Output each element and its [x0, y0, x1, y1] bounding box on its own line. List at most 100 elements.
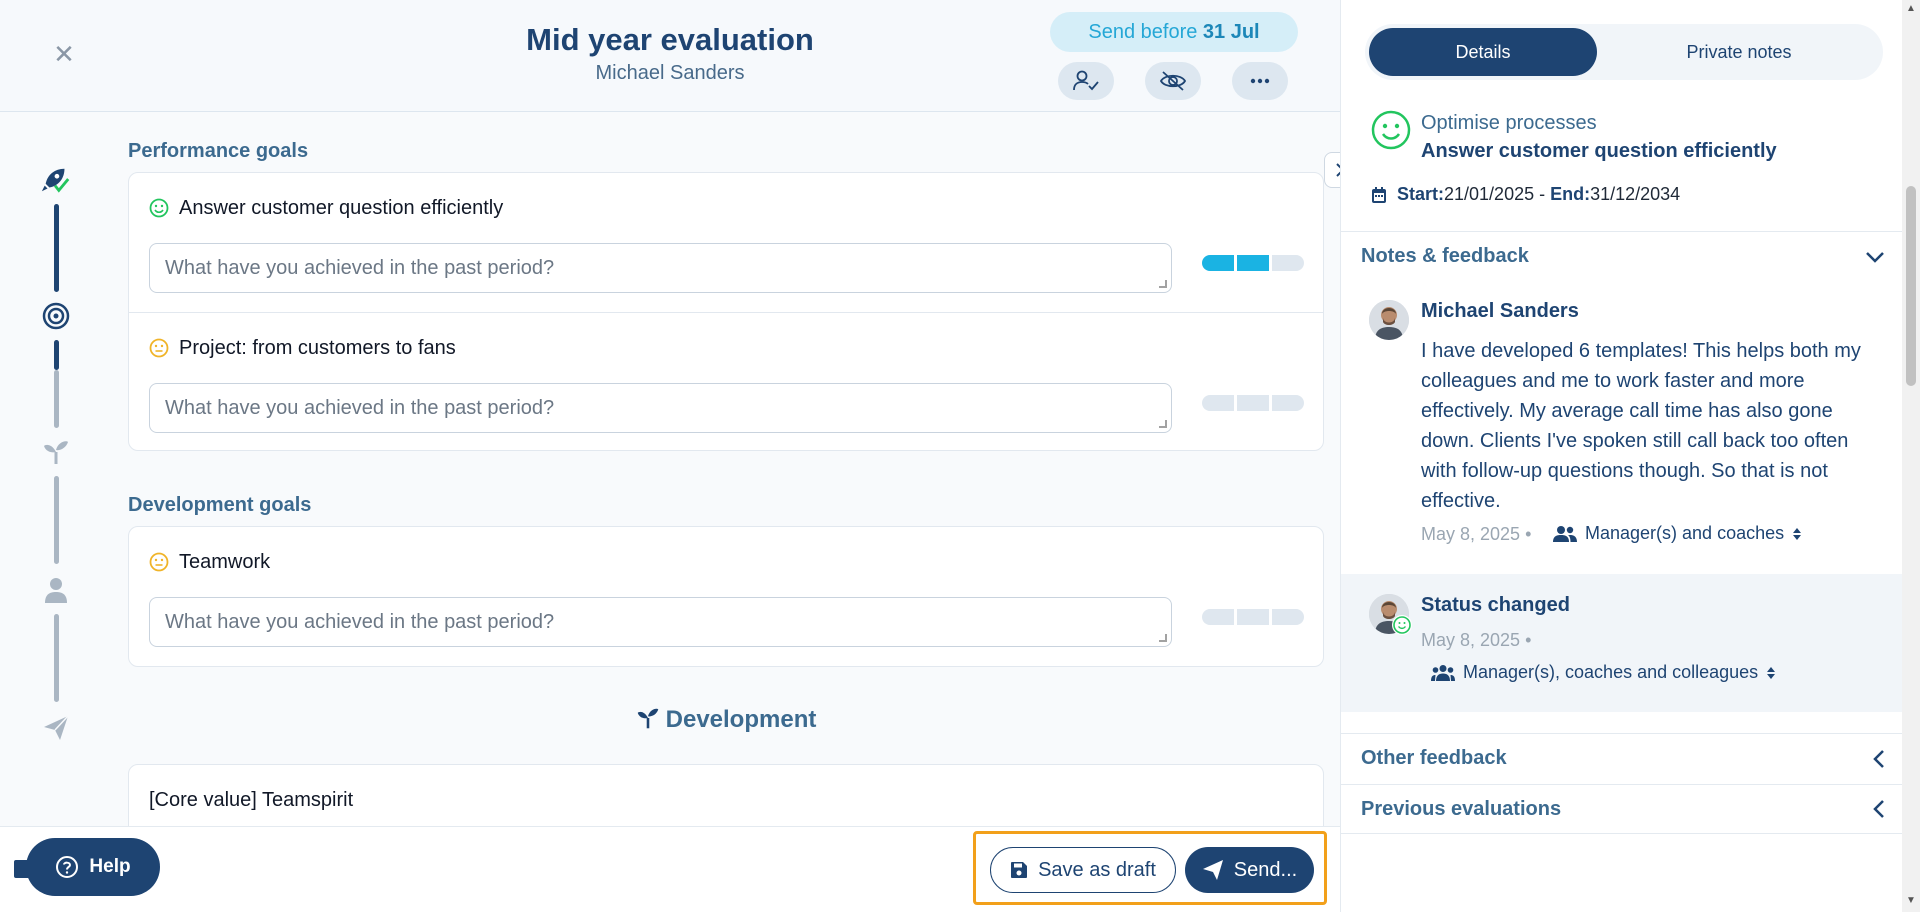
- save-icon: [1011, 862, 1028, 878]
- achievement-input[interactable]: What have you achieved in the past perio…: [149, 383, 1172, 433]
- visibility-selector[interactable]: Manager(s) and coaches: [1553, 523, 1802, 544]
- more-options-button[interactable]: [1232, 62, 1288, 100]
- chevron-left-icon: [1873, 749, 1884, 768]
- eye-off-icon: [1159, 71, 1187, 91]
- step-target-icon[interactable]: [40, 300, 72, 332]
- development-goals-label: Development goals: [128, 494, 312, 516]
- calendar-icon: [1372, 186, 1386, 203]
- feedback-text: I have developed 6 templates! This helps…: [1421, 340, 1861, 512]
- scroll-down-icon[interactable]: ▼: [1906, 896, 1916, 906]
- goal-dates: Start:21/01/2025 - End:31/12/2034: [1371, 184, 1680, 205]
- help-label: Help: [89, 856, 131, 877]
- start-label: Start:: [1397, 184, 1445, 204]
- development-heading: Development: [0, 706, 1340, 734]
- step-sprout-icon[interactable]: [40, 436, 72, 468]
- feedback-date: May 8, 2025 •: [1421, 630, 1532, 650]
- visibility-label: Manager(s), coaches and colleagues: [1463, 662, 1759, 682]
- resize-handle[interactable]: [1159, 634, 1167, 642]
- save-as-draft-button[interactable]: Save as draft: [990, 847, 1176, 893]
- send-label: Send...: [1233, 858, 1298, 881]
- achievement-placeholder: What have you achieved in the past perio…: [165, 611, 555, 633]
- goal-title: Answer customer question efficiently: [179, 197, 504, 219]
- end-date: 31/12/2034: [1590, 184, 1681, 204]
- goal-row: Project: from customers to fans What hav…: [129, 313, 1323, 452]
- step-connector: [54, 204, 59, 292]
- visibility-selector[interactable]: Manager(s), coaches and colleagues: [1431, 662, 1776, 683]
- performance-goals-label: Performance goals: [128, 140, 309, 162]
- happy-face-icon: [149, 198, 169, 218]
- step-connector: [54, 614, 59, 702]
- status-change-entry: Status changed May 8, 2025 • Manager(s),…: [1341, 574, 1903, 712]
- notes-feedback-label: Notes & feedback: [1361, 245, 1529, 267]
- chevron-down-icon: [1866, 251, 1884, 263]
- employee-name: Michael Sanders: [595, 62, 745, 84]
- users-icon: [1431, 664, 1455, 681]
- resize-handle[interactable]: [1159, 280, 1167, 288]
- step-rocket-icon[interactable]: [40, 164, 72, 196]
- resize-handle[interactable]: [1159, 420, 1167, 428]
- other-feedback-toggle[interactable]: Other feedback: [1341, 733, 1903, 783]
- scrollbar-thumb[interactable]: [1906, 186, 1916, 386]
- scrollbar[interactable]: ▲ ▼: [1902, 0, 1920, 912]
- visibility-toggle-button[interactable]: [1145, 62, 1201, 100]
- send-button[interactable]: Send...: [1185, 847, 1314, 893]
- achievement-input[interactable]: What have you achieved in the past perio…: [149, 597, 1172, 647]
- sort-icon: [1793, 527, 1802, 540]
- other-feedback-label: Other feedback: [1361, 747, 1507, 769]
- feedback-date: May 8, 2025 •: [1421, 524, 1532, 544]
- send-before-date: 31 Jul: [1202, 21, 1260, 43]
- step-connector: [54, 340, 59, 370]
- development-heading-text: Development: [665, 706, 817, 733]
- core-value-title: [Core value] Teamspirit: [149, 789, 354, 811]
- previous-evaluations-label: Previous evaluations: [1361, 797, 1562, 820]
- step-person-icon[interactable]: [40, 574, 72, 606]
- feedback-author: Status changed: [1421, 594, 1570, 616]
- goal-title: Teamwork: [179, 551, 271, 573]
- step-connector: [54, 476, 59, 564]
- user-check-icon: [1073, 70, 1099, 91]
- development-goals-card: Teamwork What have you achieved in the p…: [128, 526, 1324, 667]
- achievement-input[interactable]: What have you achieved in the past perio…: [149, 243, 1172, 293]
- neutral-face-icon: [149, 338, 169, 358]
- paper-plane-icon: [1202, 860, 1223, 880]
- happy-face-icon: [1392, 615, 1412, 635]
- feedback-author: Michael Sanders: [1421, 300, 1579, 322]
- achievement-placeholder: What have you achieved in the past perio…: [165, 397, 555, 419]
- goal-progress-bar: [1202, 255, 1304, 271]
- scroll-up-icon[interactable]: ▲: [1906, 4, 1916, 14]
- evaluation-main: ✕ Mid year evaluation Michael Sanders Se…: [0, 0, 1340, 912]
- neutral-face-icon: [149, 552, 169, 572]
- date-separator: -: [1534, 184, 1551, 204]
- tab-details[interactable]: Details: [1369, 28, 1597, 76]
- expand-panel-button[interactable]: [1324, 152, 1340, 188]
- chevron-right-icon: [1336, 163, 1340, 177]
- chevron-left-icon: [1873, 800, 1884, 818]
- goal-progress-bar: [1202, 395, 1304, 411]
- goal-name: Answer customer question efficiently: [1421, 140, 1777, 162]
- help-button[interactable]: Help: [26, 838, 160, 896]
- previous-evaluations-toggle[interactable]: Previous evaluations: [1341, 784, 1903, 834]
- sort-icon: [1767, 666, 1776, 679]
- side-tabs: Details Private notes: [1365, 24, 1883, 80]
- performance-goals-card: Answer customer question efficiently Wha…: [128, 172, 1324, 451]
- send-before-badge: Send before 31 Jul: [1050, 12, 1298, 52]
- sprout-icon: [637, 708, 658, 729]
- visibility-label: Manager(s) and coaches: [1585, 523, 1785, 543]
- assign-user-button[interactable]: [1058, 62, 1114, 100]
- tab-private-notes[interactable]: Private notes: [1601, 28, 1877, 76]
- notes-feedback-toggle[interactable]: Notes & feedback: [1341, 231, 1903, 281]
- save-as-draft-label: Save as draft: [1038, 858, 1156, 881]
- send-before-prefix: Send before: [1088, 21, 1203, 43]
- question-icon: [56, 856, 79, 878]
- details-side-panel: Details Private notes Optimise processes…: [1340, 0, 1903, 912]
- goal-progress-bar: [1202, 609, 1304, 625]
- goal-row: Teamwork What have you achieved in the p…: [129, 527, 1323, 668]
- evaluation-header: ✕ Mid year evaluation Michael Sanders Se…: [0, 0, 1340, 112]
- goal-row: Answer customer question efficiently Wha…: [129, 173, 1323, 313]
- ellipsis-icon: [1250, 78, 1270, 84]
- step-connector: [54, 370, 59, 428]
- happy-face-icon: [1371, 110, 1411, 150]
- end-label: End:: [1550, 184, 1591, 204]
- achievement-placeholder: What have you achieved in the past perio…: [165, 257, 555, 279]
- users-icon: [1553, 525, 1577, 542]
